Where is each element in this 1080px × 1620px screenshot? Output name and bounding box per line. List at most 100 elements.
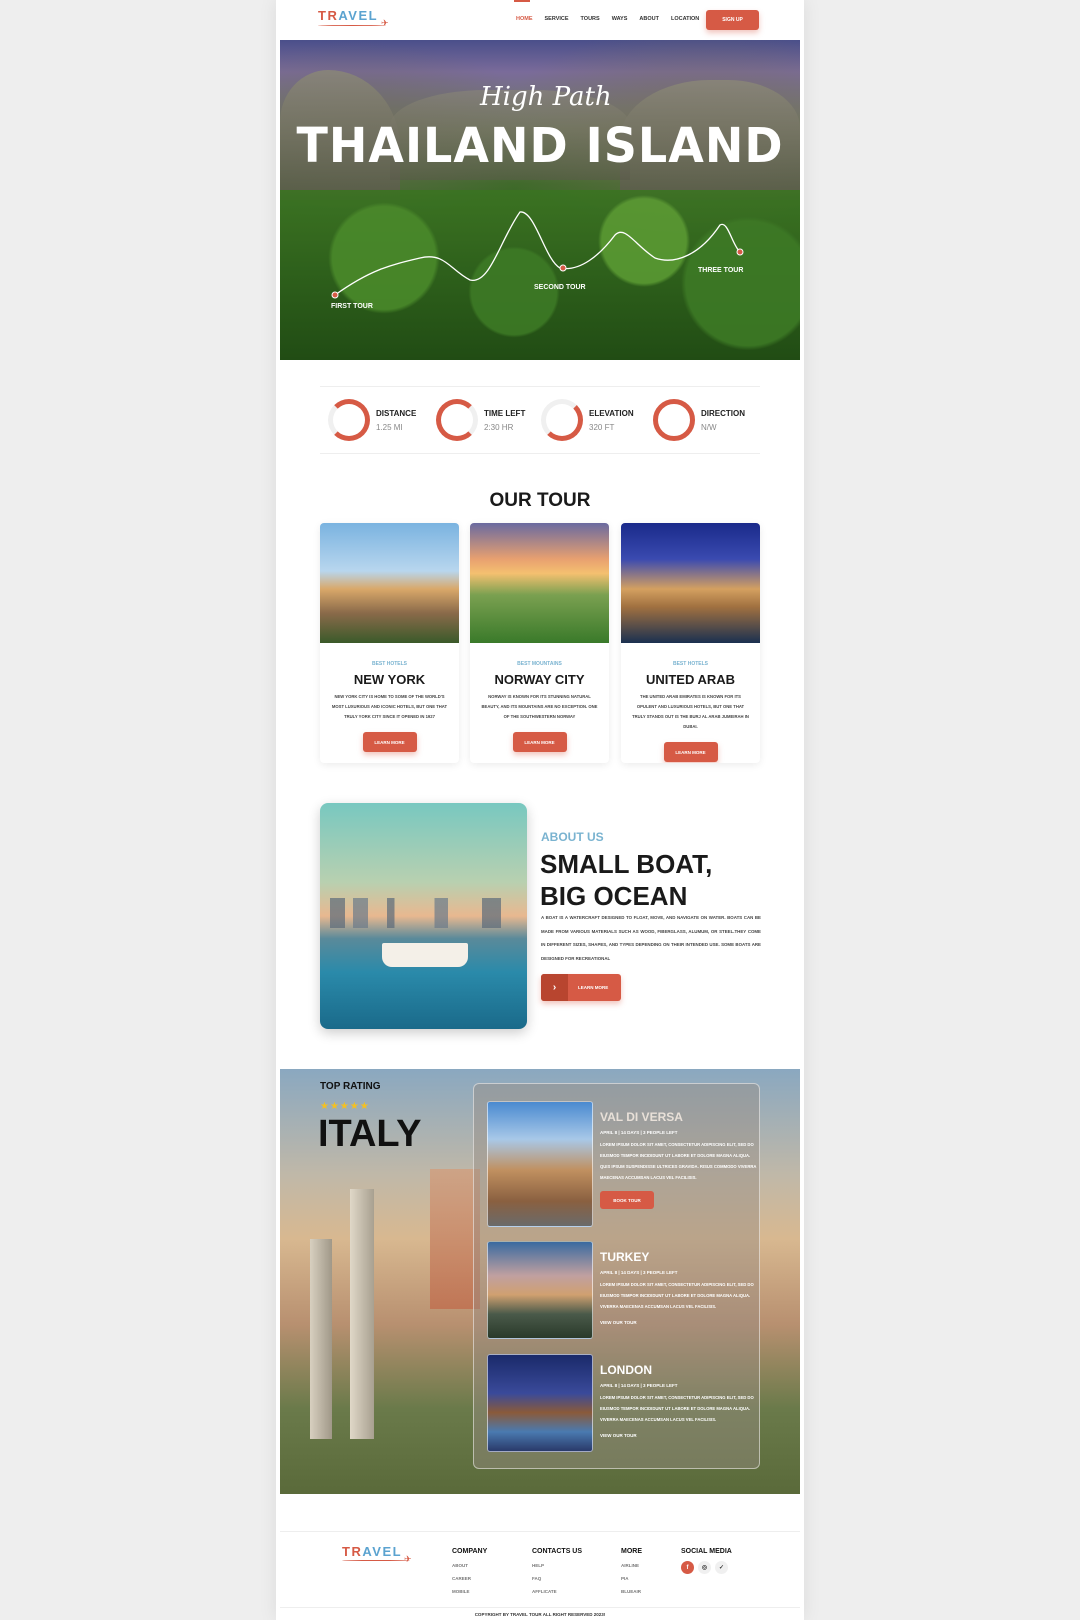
tour-label-second: SECOND TOUR bbox=[534, 284, 586, 291]
about-learn-more-button[interactable]: › LEARN MORE bbox=[541, 974, 621, 1001]
stat-time-left: TIME LEFT 2:30 HR bbox=[436, 399, 525, 441]
footer-link[interactable]: MOBILE bbox=[452, 1589, 487, 1594]
footer: TRAVEL ✈ COMPANY ABOUT CAREER MOBILE CON… bbox=[280, 1531, 800, 1620]
stat-value: 2:30 HR bbox=[484, 422, 514, 432]
logo-swoosh bbox=[342, 1560, 410, 1561]
destination-meta: APRIL 8 | 14 DAYS | 3 PEOPLE LEFT bbox=[600, 1383, 678, 1388]
stat-distance: DISTANCE 1.25 MI bbox=[328, 399, 416, 441]
destination-val-di-versa[interactable]: VAL DI VERSA APRIL 8 | 14 DAYS | 3 PEOPL… bbox=[487, 1101, 756, 1227]
destination-name: VAL DI VERSA bbox=[600, 1110, 683, 1124]
menu-item-ways[interactable]: WAYS bbox=[612, 16, 628, 22]
destination-image bbox=[487, 1101, 593, 1227]
learn-more-button[interactable]: LEARN MORE bbox=[512, 732, 567, 752]
card-description: NEW YORK CITY IS HOME TO SOME OF THE WOR… bbox=[331, 694, 448, 719]
destination-name: TURKEY bbox=[600, 1250, 650, 1264]
footer-link[interactable]: HELP bbox=[532, 1563, 582, 1568]
stat-title: DIRECTION bbox=[701, 408, 745, 418]
stat-value: N/W bbox=[701, 422, 717, 432]
destination-meta: APRIL 8 | 14 DAYS | 3 PEOPLE LEFT bbox=[600, 1130, 678, 1135]
tour-card-norway[interactable]: BEST MOUNTAINS NORWAY CITY NORWAY IS KNO… bbox=[470, 523, 609, 763]
copyright-text: COPYRIGHT BY TRAVEL TOUR ALL RIGHT RESER… bbox=[280, 1607, 800, 1617]
logo-text-1: TR bbox=[318, 8, 339, 23]
twitter-icon[interactable]: ✓ bbox=[715, 1561, 728, 1574]
destination-description: LOREM IPSUM DOLOR SIT AMET, CONSECTETUR … bbox=[600, 1142, 757, 1180]
destination-image bbox=[487, 1241, 593, 1339]
menu-item-service[interactable]: SERVICE bbox=[545, 16, 569, 22]
menu-item-home[interactable]: HOME bbox=[514, 0, 533, 22]
view-tour-link[interactable]: VIEW OUR TOUR bbox=[600, 1433, 760, 1438]
footer-link[interactable]: BLUEAIR bbox=[621, 1589, 642, 1594]
footer-col-company: COMPANY ABOUT CAREER MOBILE bbox=[452, 1548, 487, 1594]
footer-link[interactable]: FAQ bbox=[532, 1576, 582, 1581]
about-label: ABOUT US bbox=[541, 830, 604, 844]
card-category: BEST HOTELS bbox=[371, 661, 407, 667]
footer-link[interactable]: ABOUT bbox=[452, 1563, 487, 1568]
footer-link[interactable]: AFFLICATE bbox=[532, 1589, 582, 1594]
main-menu: HOME SERVICE TOURS WAYS ABOUT LOCATION bbox=[514, 0, 699, 22]
stat-title: DISTANCE bbox=[376, 408, 417, 418]
tour-route-path bbox=[331, 211, 744, 299]
tour-point[interactable] bbox=[559, 264, 567, 272]
destination-london[interactable]: LONDON APRIL 8 | 14 DAYS | 3 PEOPLE LEFT… bbox=[487, 1354, 754, 1452]
column-ruin bbox=[350, 1189, 374, 1439]
about-title-line: BIG OCEAN bbox=[540, 881, 688, 911]
page: TRAVEL ✈ HOME SERVICE TOURS WAYS ABOUT L… bbox=[276, 0, 804, 1620]
destination-meta: APRIL 8 | 14 DAYS | 3 PEOPLE LEFT bbox=[600, 1270, 678, 1275]
tour-card-new-york[interactable]: BEST HOTELS NEW YORK NEW YORK CITY IS HO… bbox=[320, 523, 459, 763]
about-text: A BOAT IS A WATERCRAFT DESIGNED TO FLOAT… bbox=[541, 915, 761, 961]
chevron-right-icon: › bbox=[541, 974, 568, 1001]
stat-value: 1.25 MI bbox=[376, 422, 403, 432]
hero-banner: High Path THAILAND ISLAND FIRST TOUR SEC… bbox=[280, 40, 800, 360]
our-tour-title: OUR TOUR bbox=[489, 490, 591, 511]
signup-button[interactable]: SIGN UP bbox=[706, 10, 759, 30]
stat-direction: DIRECTION N/W bbox=[653, 399, 745, 441]
menu-item-about[interactable]: ABOUT bbox=[639, 16, 659, 22]
tour-point[interactable] bbox=[736, 248, 744, 256]
card-title: NORWAY CITY bbox=[494, 672, 585, 687]
destination-turkey[interactable]: TURKEY APRIL 8 | 14 DAYS | 3 PEOPLE LEFT… bbox=[487, 1241, 754, 1339]
top-rating-label: TOP RATING bbox=[320, 1081, 381, 1092]
boat bbox=[382, 943, 468, 967]
italy-title: ITALY bbox=[318, 1113, 422, 1155]
stat-elevation: ELEVATION 320 FT bbox=[541, 399, 634, 441]
stats-bar: DISTANCE 1.25 MI TIME LEFT 2:30 HR ELEVA… bbox=[320, 386, 760, 454]
about-title: SMALL BOAT, BIG OCEAN bbox=[540, 848, 712, 912]
progress-ring bbox=[653, 399, 695, 441]
tour-label-three: THREE TOUR bbox=[698, 267, 744, 274]
button-label: LEARN MORE bbox=[578, 985, 609, 990]
book-tour-button[interactable]: BOOK TOUR bbox=[600, 1191, 654, 1209]
destination-name: LONDON bbox=[600, 1363, 652, 1377]
card-image bbox=[621, 523, 760, 643]
about-image bbox=[320, 803, 527, 1029]
footer-link[interactable]: CAREER bbox=[452, 1576, 487, 1581]
footer-col-title: CONTACTS US bbox=[532, 1548, 583, 1555]
learn-more-button[interactable]: LEARN MORE bbox=[663, 742, 718, 762]
footer-link[interactable]: AIRLINE bbox=[621, 1563, 642, 1568]
card-image bbox=[320, 523, 459, 643]
menu-item-location[interactable]: LOCATION bbox=[671, 16, 699, 22]
tour-point[interactable] bbox=[331, 291, 339, 299]
logo[interactable]: TRAVEL bbox=[318, 8, 378, 23]
learn-more-button[interactable]: LEARN MORE bbox=[362, 732, 417, 752]
stat-title: TIME LEFT bbox=[484, 408, 526, 418]
view-tour-link[interactable]: VIEW OUR TOUR bbox=[600, 1320, 760, 1325]
tour-card-united-arab[interactable]: BEST HOTELS UNITED ARAB THE UNITED ARAB … bbox=[621, 523, 760, 763]
facebook-icon[interactable]: f bbox=[681, 1561, 694, 1574]
footer-logo[interactable]: TRAVEL bbox=[342, 1544, 402, 1559]
logo-swoosh bbox=[318, 24, 386, 26]
card-category: BEST HOTELS bbox=[672, 661, 708, 667]
logo-text-2: AVEL bbox=[362, 1544, 403, 1559]
footer-col-title: COMPANY bbox=[452, 1548, 488, 1555]
menu-item-tours[interactable]: TOURS bbox=[581, 16, 600, 22]
tour-label-first: FIRST TOUR bbox=[331, 303, 373, 310]
footer-link[interactable]: PIA bbox=[621, 1576, 642, 1581]
logo-text-2: AVEL bbox=[338, 8, 379, 23]
card-title: UNITED ARAB bbox=[645, 672, 736, 687]
italy-section: TOP RATING ★★★★★ ITALY VAL DI VERSA APRI… bbox=[280, 1069, 800, 1494]
city-skyline bbox=[330, 898, 520, 928]
stat-value: 320 FT bbox=[589, 422, 615, 432]
about-title-line: SMALL BOAT, bbox=[540, 849, 713, 879]
instagram-icon[interactable]: ◎ bbox=[698, 1561, 711, 1574]
card-image bbox=[470, 523, 609, 643]
progress-ring bbox=[541, 399, 583, 441]
